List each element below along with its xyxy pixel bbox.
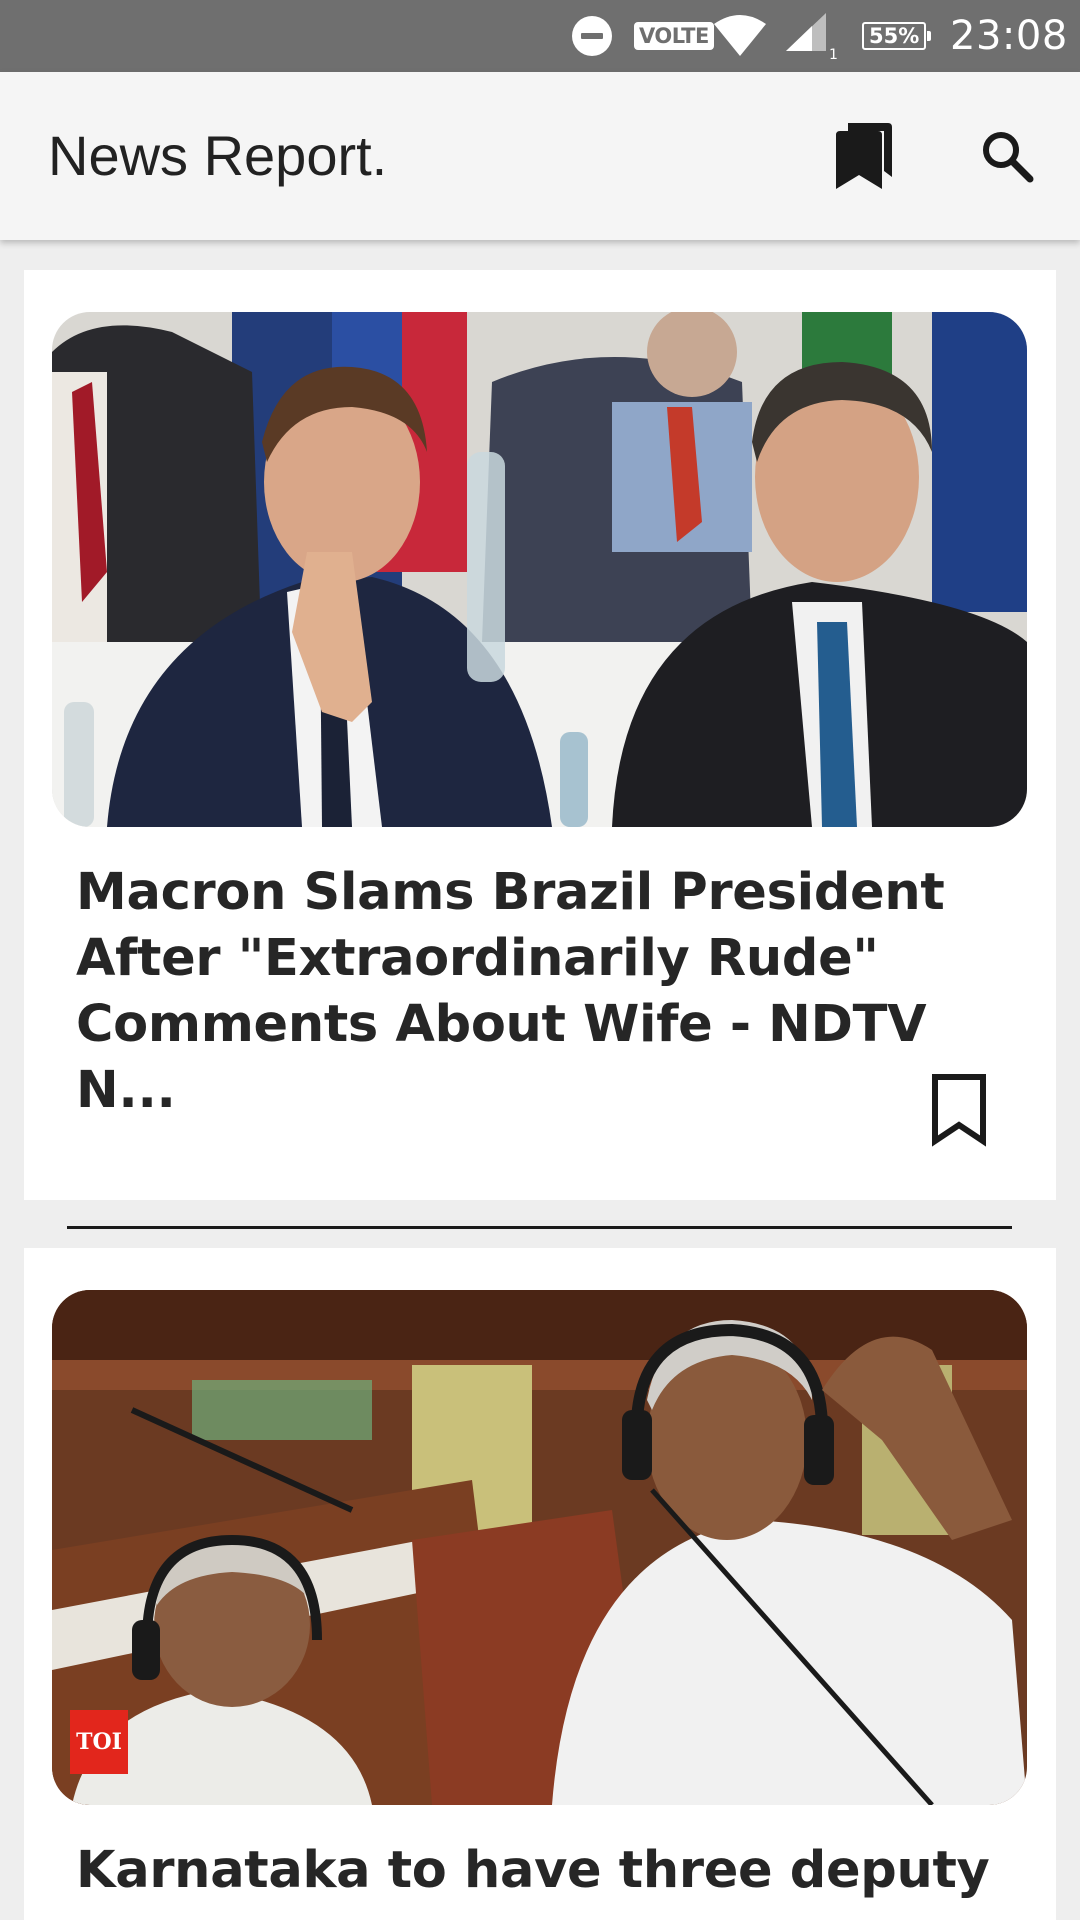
app-title: News Report. [48,124,388,187]
article-card[interactable]: TOI Karnataka to have three deputy [24,1248,1056,1920]
app-bar: News Report. [0,72,1080,240]
bookmarks-button[interactable] [822,114,906,198]
status-bar: VOLTE 1 55% 23:08 [0,0,1080,72]
signal-subscript: 1 [829,47,838,61]
do-not-disturb-icon [570,0,614,72]
source-badge: TOI [70,1710,128,1774]
article-image[interactable]: TOI [52,1290,1027,1805]
card-divider [67,1226,1012,1229]
article-image[interactable] [52,312,1027,827]
wifi-icon [712,0,768,72]
signal-icon: 1 [782,0,842,72]
search-button[interactable] [965,114,1049,198]
news-feed[interactable]: Macron Slams Brazil President After "Ext… [0,240,1080,1920]
volte-label: VOLTE [634,22,714,50]
bookmark-button[interactable] [924,1070,994,1150]
search-icon [983,132,1034,183]
battery-icon: 55% [862,0,932,72]
battery-level: 55% [862,22,932,50]
article-headline[interactable]: Karnataka to have three deputy [76,1838,1016,1904]
article-headline[interactable]: Macron Slams Brazil President After "Ext… [76,860,1016,1124]
bookmarks-icon [836,123,892,189]
article-card[interactable]: Macron Slams Brazil President After "Ext… [24,270,1056,1229]
bookmark-outline-icon [932,1074,986,1147]
volte-icon: VOLTE [634,0,714,72]
status-clock: 23:08 [950,13,1068,59]
